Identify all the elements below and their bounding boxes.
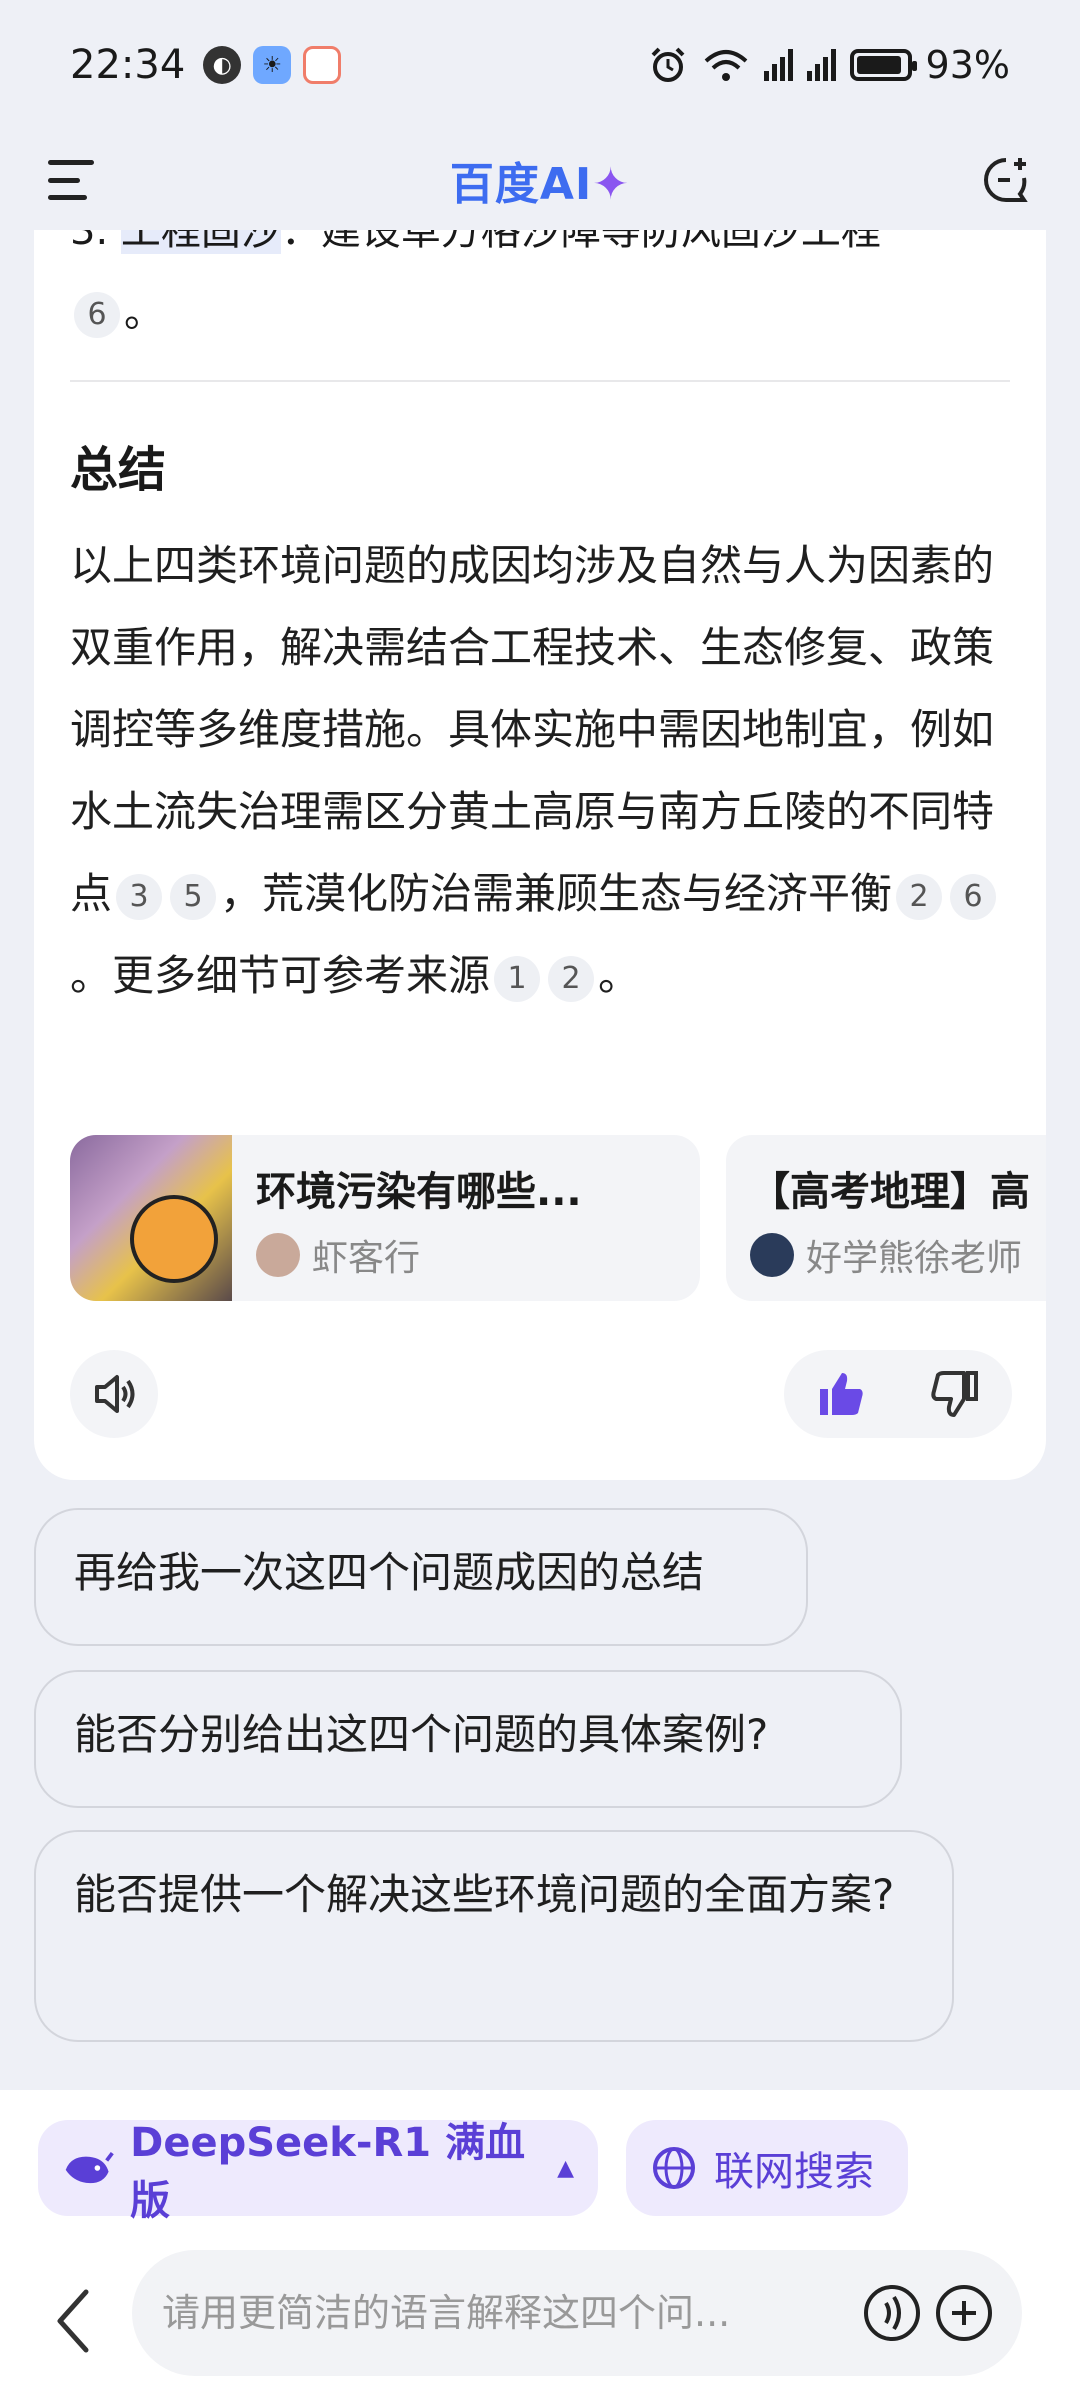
citation-badge[interactable]: 2 — [548, 955, 595, 1002]
source-author-name: 好学熊徐老师 — [806, 1238, 1023, 1279]
web-search-label: 联网搜索 — [714, 2149, 874, 2195]
source-title: 环境污染有哪些... — [256, 1169, 582, 1215]
menu-icon[interactable] — [48, 160, 94, 200]
signal-icon — [806, 49, 836, 81]
weather-icon: ☀ — [253, 46, 292, 84]
app-logo: 百度AI✦ — [450, 148, 630, 212]
notification-icons: ◐ ☀ — [203, 46, 342, 84]
thumb-down-icon[interactable] — [928, 1367, 982, 1421]
suggestion-chip[interactable]: 能否提供一个解决这些环境问题的全面方案? — [34, 1830, 954, 2042]
citation-badge[interactable]: 6 — [74, 292, 120, 338]
source-card[interactable]: 【高考地理】高 好学熊徐老师 — [726, 1135, 1046, 1301]
logo-text: 百度AI — [449, 159, 593, 210]
thumb-up-icon[interactable] — [814, 1367, 868, 1421]
summary-text: 以上四类环境问题的成因均涉及自然与人为因素的双重作用，解决需结合工程技术、生态修… — [70, 541, 995, 918]
globe-icon — [653, 2147, 695, 2189]
source-list: 环境污染有哪些... 虾客行 【高考地理】高 好学熊徐老师 — [70, 1135, 1046, 1301]
section-title: 总结 — [70, 442, 167, 498]
source-card[interactable]: 环境污染有哪些... 虾客行 — [70, 1135, 700, 1301]
status-time: 22:34 — [70, 42, 186, 88]
citation-badge[interactable]: 3 — [116, 873, 163, 920]
signal-icon — [763, 49, 793, 81]
sparkle-icon: ✦ — [592, 159, 631, 210]
divider — [70, 380, 1010, 382]
back-icon[interactable] — [50, 2286, 100, 2356]
summary-text: 。更多细节可参考来源 — [70, 951, 491, 1000]
citation-badge[interactable]: 6 — [950, 873, 997, 920]
model-selector[interactable]: DeepSeek-R1 满血版 ▲ — [38, 2120, 598, 2224]
summary-paragraph: 以上四类环境问题的成因均涉及自然与人为因素的双重作用，解决需结合工程技术、生态修… — [70, 525, 1015, 1017]
alarm-icon — [651, 47, 684, 82]
wifi-icon — [704, 50, 747, 81]
chat-input[interactable] — [162, 2291, 802, 2335]
web-search-toggle[interactable]: 联网搜索 — [626, 2120, 908, 2216]
source-title: 【高考地理】高 — [750, 1169, 1030, 1215]
suggestion-chip[interactable]: 能否分别给出这四个问题的具体案例? — [34, 1670, 902, 1808]
citation-badge[interactable]: 1 — [494, 955, 541, 1002]
new-chat-icon[interactable] — [980, 154, 1032, 206]
add-attachment-icon[interactable] — [934, 2283, 994, 2343]
speaker-icon — [95, 1375, 135, 1413]
source-author: 虾客行 — [256, 1229, 582, 1281]
punctuation: 。 — [124, 290, 164, 336]
source-author-name: 虾客行 — [312, 1238, 421, 1279]
deepseek-whale-icon — [65, 2151, 114, 2184]
status-bar: 22:34 ◐ ☀ 93% — [0, 0, 1080, 130]
feedback-group — [784, 1350, 1012, 1438]
avatar — [750, 1233, 794, 1277]
suggestion-chip[interactable]: 再给我一次这四个问题成因的总结 — [34, 1508, 808, 1646]
voice-input-icon[interactable] — [862, 2283, 922, 2343]
avatar — [256, 1233, 300, 1277]
caret-up-icon: ▲ — [557, 2155, 574, 2181]
summary-text: 。 — [598, 951, 641, 1000]
answer-card: 3. 工程固沙：建设草方格沙障等防风固沙工程 6。 总结 以上四类环境问题的成因… — [34, 150, 1046, 1480]
chat-input-box — [132, 2250, 1022, 2376]
source-author: 好学熊徐老师 — [750, 1229, 1030, 1281]
status-right: 93% — [648, 43, 1010, 87]
citation-badge[interactable]: 2 — [896, 873, 943, 920]
citation-badge[interactable]: 5 — [170, 873, 217, 920]
battery-percent: 93% — [925, 43, 1010, 87]
calendar-icon — [303, 46, 342, 84]
model-label: DeepSeek-R1 满血版 — [130, 2120, 526, 2224]
app-notification-icon: ◐ — [203, 46, 242, 84]
read-aloud-button[interactable] — [70, 1350, 158, 1438]
bottom-input-area: DeepSeek-R1 满血版 ▲ 联网搜索 — [0, 2090, 1080, 2398]
app-header: 百度AI✦ — [0, 130, 1080, 230]
source-thumbnail — [70, 1135, 232, 1301]
summary-text: ，荒漠化防治需兼顾生态与经济平衡 — [220, 869, 893, 918]
battery-icon — [849, 49, 917, 81]
